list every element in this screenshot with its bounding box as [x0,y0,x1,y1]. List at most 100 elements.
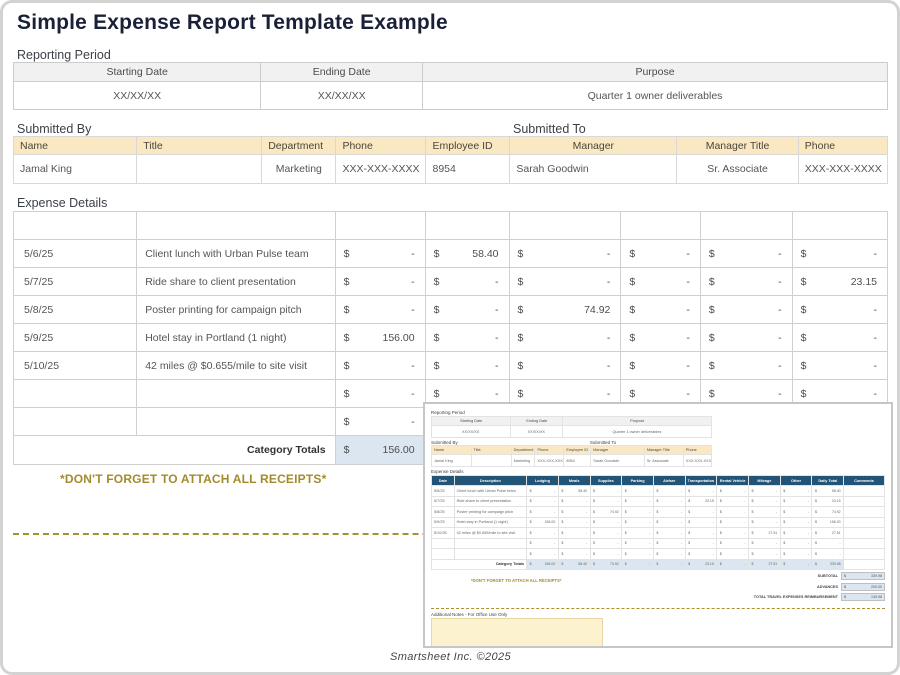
expense-amount-cell: $- [792,324,887,352]
amount-value: - [713,510,714,514]
mini-amount-wrap: $- [623,552,652,556]
inset-description-cell: Ride share to client presentation [454,496,526,507]
dollar-sign: $ [656,552,658,556]
expense-amount-cell: $- [700,324,792,352]
amount-value: 200.00 [871,585,882,589]
dollar-sign: $ [518,276,524,288]
expense-total-cell: $156.00 [335,436,425,465]
mini-amount-wrap: $- [528,510,557,514]
inset-row: Starting DateEnding DatePurpose [432,417,712,426]
amount-value: - [874,360,878,372]
inset-amount-cell: $- [558,517,590,528]
inset-amount-cell: $- [749,496,781,507]
amount-value: - [776,510,777,514]
amount-value: - [649,499,650,503]
amount-value: - [808,541,809,545]
amount-value: - [411,416,415,428]
amount-value: - [649,552,650,556]
dollar-sign: $ [801,332,807,344]
inset-value-cell: XX/XX/XX [511,426,563,438]
inset-amount-cell: $- [590,496,622,507]
amount-value: - [778,360,782,372]
amount-value: 156.00 [545,562,556,566]
mini-amount-wrap: $27.51 [813,531,842,535]
dollar-sign: $ [530,510,532,514]
inset-comments-cell [844,517,885,528]
expense-amount-cell: $- [335,240,425,268]
amount-value: - [776,489,777,493]
dollar-sign: $ [344,388,350,400]
inset-header-cell: Manager Title [644,446,683,455]
inset-amount-cell: $- [717,538,749,549]
expense-amount-cell: $- [700,296,792,324]
amount-value: - [776,520,777,524]
amount-value: - [713,541,714,545]
inset-amount-cell: $- [653,549,685,560]
mini-amount-wrap: $- [560,552,589,556]
dollar-sign: $ [656,541,658,545]
dollar-sign: $ [815,552,817,556]
dollar-sign: $ [709,332,715,344]
expense-amount-cell: $- [335,296,425,324]
inset-comments-cell [844,559,885,570]
amount-value: - [744,499,745,503]
expense-amount-cell: $- [792,352,887,380]
mini-amount-wrap: $23.15 [813,499,842,503]
mini-amount-wrap: $58.40 [813,489,842,493]
mini-amount-wrap: $- [687,520,716,524]
amount-wrap: $- [622,248,699,260]
inset-dashed-separator [431,608,885,609]
dollar-sign: $ [434,388,440,400]
expense-header-cell: Meals [425,212,509,240]
expense-amount-cell: $- [621,240,701,268]
inset-amount-cell: $- [622,486,654,497]
submitted-header-cell: Phone [798,137,887,155]
inset-total-cell: $- [622,559,654,570]
expense-amount-cell: $- [425,268,509,296]
inset-value-cell: XX/XX/XX [432,426,511,438]
mini-amount-wrap: $156.00 [528,520,557,524]
inset-amount-cell: $- [527,538,559,549]
inset-summary-rows: SUBTOTAL$339.98ADVANCES$200.00TOTAL TRAV… [665,572,885,604]
amount-value: - [554,531,555,535]
expense-amount-cell: $- [792,240,887,268]
expense-amount-cell: $- [509,324,621,352]
amount-value: - [713,489,714,493]
amount-value: - [495,332,499,344]
dollar-sign: $ [752,541,754,545]
mini-amount-wrap: $- [782,562,811,566]
dollar-sign: $ [815,499,817,503]
amount-value: - [586,510,587,514]
dollar-sign: $ [752,552,754,556]
expense-amount-cell: $- [509,268,621,296]
mini-amount-wrap: $- [623,510,652,514]
expense-row: 5/6/25Client lunch with Urban Pulse team… [14,240,888,268]
amount-value: 27.51 [832,531,841,535]
amount-value: 58.40 [578,562,587,566]
dollar-sign: $ [752,531,754,535]
inset-value-cell [471,455,511,467]
amount-value: - [681,541,682,545]
dollar-sign: $ [783,531,785,535]
dollar-sign: $ [434,276,440,288]
inset-comments-cell [844,528,885,539]
mini-amount-wrap: $- [528,552,557,556]
inset-comments-cell [844,549,885,560]
amount-value: - [713,552,714,556]
inset-description-cell: Client lunch with Urban Pulse team [454,486,526,497]
inset-amount-cell: $- [558,496,590,507]
inset-amount-cell: $74.92 [812,507,844,518]
dollar-sign: $ [709,360,715,372]
inset-summary-value-box: $139.98 [841,593,885,601]
mini-amount-wrap: $- [623,541,652,545]
mini-amount-wrap: $- [718,531,747,535]
mini-amount-wrap: $- [655,541,684,545]
inset-header-cell: Lodging [527,476,559,486]
expense-header-cell: Date [14,212,137,240]
dollar-sign: $ [518,304,524,316]
amount-wrap: $- [794,304,886,316]
amount-value: - [618,541,619,545]
mini-amount-wrap: $58.40 [560,562,589,566]
expense-row: 5/7/25Ride share to client presentation$… [14,268,888,296]
dollar-sign: $ [561,562,563,566]
